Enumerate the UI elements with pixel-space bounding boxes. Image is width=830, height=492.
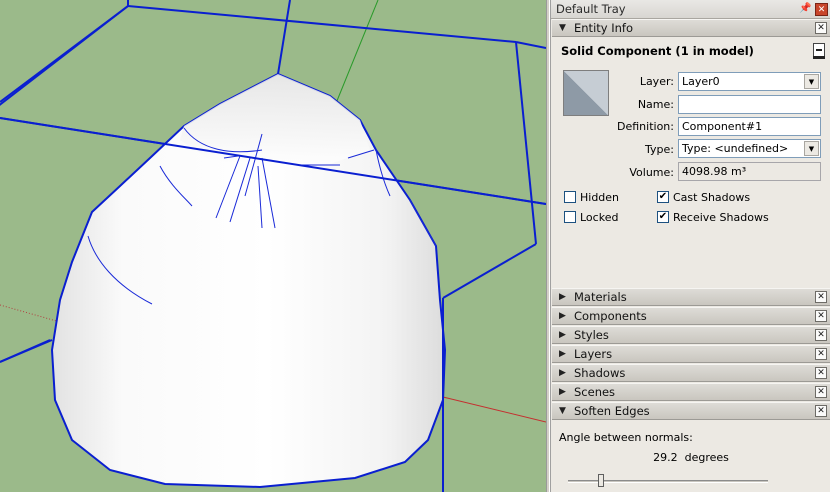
collapsed-arrow-icon: ▶ <box>559 330 566 340</box>
angle-label: Angle between normals: <box>559 431 693 444</box>
receive-shadows-label: Receive Shadows <box>673 211 769 224</box>
angle-value: 29.2 degrees <box>653 451 729 464</box>
expanded-arrow-icon: ▼ <box>559 406 566 416</box>
cast-shadows-label: Cast Shadows <box>673 191 751 204</box>
panel-title: Materials <box>574 290 627 304</box>
panel-header-scenes[interactable]: ▶ Scenes ✕ <box>552 383 830 401</box>
layer-value: Layer0 <box>682 75 720 88</box>
panel-close-icon[interactable]: ✕ <box>815 405 827 417</box>
panel-header-shadows[interactable]: ▶ Shadows ✕ <box>552 364 830 382</box>
definition-input[interactable]: Component#1 <box>678 117 821 136</box>
panel-header-layers[interactable]: ▶ Layers ✕ <box>552 345 830 363</box>
collapsed-arrow-icon: ▶ <box>559 349 566 359</box>
pin-icon[interactable]: 📌 <box>799 2 811 16</box>
layer-select[interactable]: Layer0 ▼ <box>678 72 821 91</box>
material-swatch[interactable] <box>563 70 609 116</box>
green-axis <box>329 0 379 119</box>
locked-label: Locked <box>580 211 619 224</box>
locked-checkbox[interactable] <box>564 211 576 223</box>
viewport-canvas <box>0 0 546 492</box>
entity-info-body: Solid Component (1 in model) Layer: Laye… <box>552 38 830 286</box>
expanded-arrow-icon: ▼ <box>559 23 566 33</box>
collapsed-arrow-icon: ▶ <box>559 292 566 302</box>
tray-close-icon[interactable]: ✕ <box>815 3 828 16</box>
panel-header-styles[interactable]: ▶ Styles ✕ <box>552 326 830 344</box>
type-select[interactable]: Type: <undefined> ▼ <box>678 139 821 158</box>
soften-edges-body: Angle between normals: 29.2 degrees <box>552 423 830 492</box>
name-input[interactable] <box>678 95 821 114</box>
panel-close-icon[interactable]: ✕ <box>815 386 827 398</box>
panel-close-icon[interactable]: ✕ <box>815 348 827 360</box>
panel-title: Scenes <box>574 385 616 399</box>
definition-label: Definition: <box>617 120 674 133</box>
type-label: Type: <box>645 143 674 156</box>
panel-title: Shadows <box>574 366 626 380</box>
panel-header-components[interactable]: ▶ Components ✕ <box>552 307 830 325</box>
tray-title-bar: Default Tray 📌 ✕ <box>551 0 830 19</box>
entity-title: Solid Component (1 in model) <box>561 44 754 58</box>
angle-slider-thumb[interactable] <box>598 474 604 487</box>
panel-title: Layers <box>574 347 613 361</box>
toggle-details-icon[interactable] <box>813 43 825 59</box>
volume-label: Volume: <box>629 166 674 179</box>
chevron-down-icon[interactable]: ▼ <box>804 141 819 156</box>
panel-close-icon[interactable]: ✕ <box>815 329 827 341</box>
panel-header-soften-edges[interactable]: ▼ Soften Edges ✕ <box>552 402 830 420</box>
receive-shadows-checkbox[interactable]: ✔ <box>657 211 669 223</box>
panel-close-icon[interactable]: ✕ <box>815 291 827 303</box>
panel-close-icon[interactable]: ✕ <box>815 367 827 379</box>
chevron-down-icon[interactable]: ▼ <box>804 74 819 89</box>
layer-label: Layer: <box>639 75 674 88</box>
model-viewport[interactable] <box>0 0 546 492</box>
panel-header-materials[interactable]: ▶ Materials ✕ <box>552 288 830 306</box>
red-axis <box>442 396 546 423</box>
panel-close-icon[interactable]: ✕ <box>815 22 827 34</box>
hidden-checkbox[interactable] <box>564 191 576 203</box>
volume-value: 4098.98 m³ <box>678 162 821 181</box>
red-axis-dotted <box>0 304 61 323</box>
collapsed-arrow-icon: ▶ <box>559 311 566 321</box>
default-tray: Default Tray 📌 ✕ ▼ Entity Info ✕ Solid C… <box>550 0 830 492</box>
panel-close-icon[interactable]: ✕ <box>815 310 827 322</box>
cast-shadows-checkbox[interactable]: ✔ <box>657 191 669 203</box>
collapsed-arrow-icon: ▶ <box>559 387 566 397</box>
panel-title: Styles <box>574 328 609 342</box>
hidden-label: Hidden <box>580 191 620 204</box>
panel-title: Soften Edges <box>574 404 650 418</box>
collapsed-arrow-icon: ▶ <box>559 368 566 378</box>
name-label: Name: <box>637 98 674 111</box>
tray-title: Default Tray <box>556 2 626 16</box>
panel-header-entity-info[interactable]: ▼ Entity Info ✕ <box>552 19 830 37</box>
panel-title: Components <box>574 309 647 323</box>
type-value: Type: <undefined> <box>682 142 789 155</box>
panel-title: Entity Info <box>574 21 633 35</box>
